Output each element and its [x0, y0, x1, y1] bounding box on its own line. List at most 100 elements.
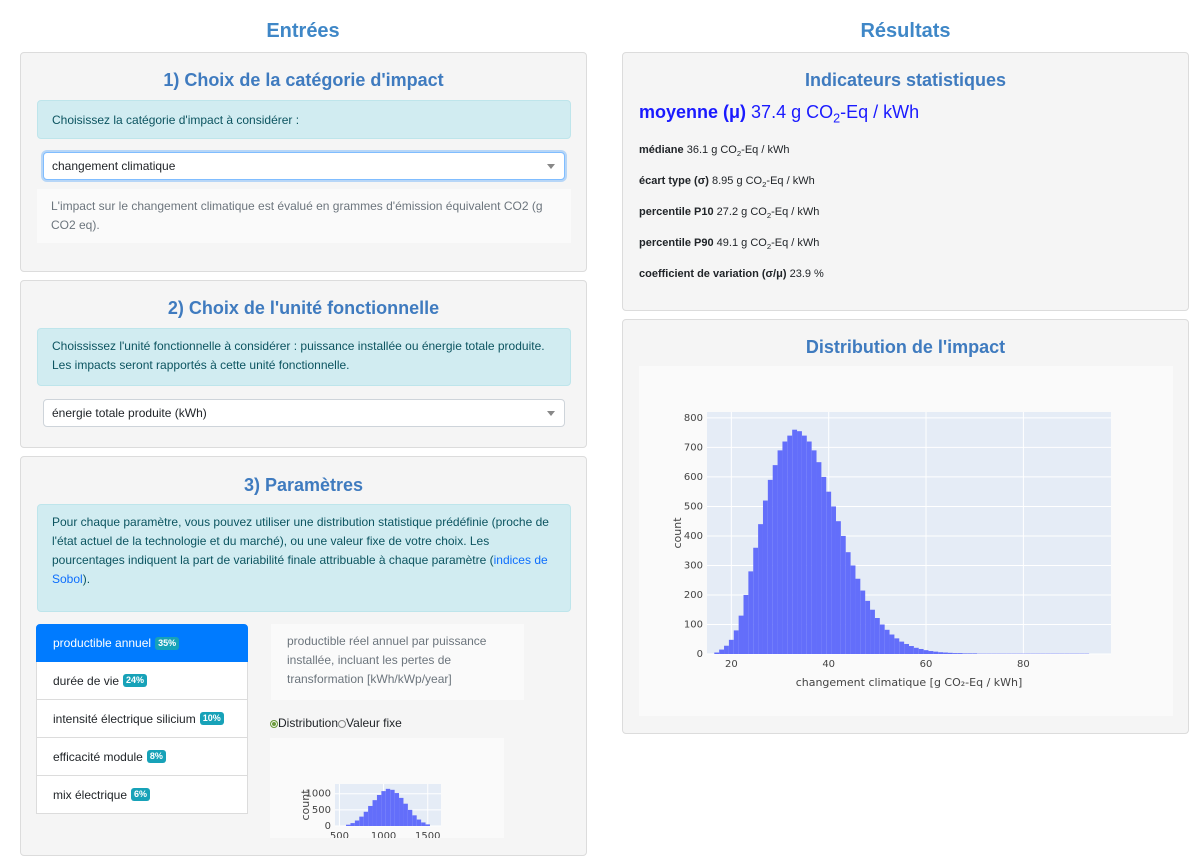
x-tick-label: 1500 — [415, 831, 440, 838]
histogram-bar — [870, 610, 875, 654]
parameter-item-productible[interactable]: productible annuel35% — [36, 624, 248, 662]
histogram-bar — [377, 795, 381, 826]
unit-suffix: -Eq / kWh — [766, 175, 814, 187]
unit-prefix: g CO — [736, 175, 762, 187]
histogram-bar — [802, 436, 807, 654]
histogram-bar — [953, 653, 958, 654]
x-tick-label: 40 — [822, 659, 835, 670]
statistics-title: Indicateurs statistiques — [623, 70, 1188, 91]
histogram-bar — [885, 630, 890, 654]
stat-value: 49.1 — [717, 237, 738, 249]
stat-label: médiane — [639, 144, 684, 156]
histogram-bar — [773, 465, 778, 654]
sobol-badge: 24% — [123, 674, 147, 687]
y-axis-label: count — [299, 789, 312, 821]
histogram-bar — [967, 653, 972, 654]
functional-unit-select[interactable]: énergie totale produite (kWh) — [43, 399, 565, 427]
parameter-label: efficacité module — [53, 750, 143, 764]
stat-value: 23.9 % — [790, 268, 824, 280]
x-tick-label: 60 — [920, 659, 933, 670]
stat-label: coefficient de variation (σ/μ) — [639, 268, 787, 280]
stat-p90: percentile P90 49.1 g CO2-Eq / kWh — [639, 237, 819, 249]
histogram-bar — [875, 618, 880, 654]
parameter-item-mix-electrique[interactable]: mix électrique6% — [36, 776, 248, 814]
unit-prefix: g CO — [741, 237, 767, 249]
histogram-bar — [729, 640, 734, 654]
histogram-bar — [744, 595, 749, 654]
stat-cv: coefficient de variation (σ/μ) 23.9 % — [639, 268, 824, 280]
parameter-item-duree-de-vie[interactable]: durée de vie24% — [36, 662, 248, 700]
histogram-bar — [958, 653, 963, 654]
parameter-histogram: 0500100050010001500count — [270, 738, 504, 838]
x-tick-label: 500 — [330, 831, 349, 838]
histogram-bar — [924, 650, 929, 654]
histogram-bar — [399, 798, 403, 826]
parameter-histogram-panel: 0500100050010001500count — [270, 738, 504, 838]
x-tick-label: 1000 — [371, 831, 396, 838]
histogram-bar — [938, 652, 943, 654]
histogram-bar — [381, 791, 385, 826]
impact-category-select[interactable]: changement climatique — [43, 152, 565, 180]
histogram-bar — [714, 653, 719, 654]
mean-indicator: moyenne (μ) 37.4 g CO2-Eq / kWh — [639, 102, 919, 123]
radio-distribution[interactable] — [270, 720, 278, 728]
histogram-bar — [748, 571, 753, 654]
histogram-bar — [734, 630, 739, 654]
y-tick-label: 300 — [684, 560, 703, 571]
stat-label: percentile P10 — [639, 206, 714, 218]
histogram-bar — [846, 552, 851, 654]
histogram-bar — [933, 652, 938, 654]
histogram-bar — [359, 817, 363, 826]
histogram-bar — [778, 450, 783, 654]
chevron-down-icon — [547, 411, 555, 416]
stat-value: 8.95 — [712, 175, 733, 187]
histogram-bar — [390, 790, 394, 826]
histogram-bar — [943, 653, 948, 654]
y-tick-label: 500 — [684, 501, 703, 512]
histogram-bar — [855, 579, 860, 654]
histogram-bar — [753, 548, 758, 654]
unit-prefix: g CO — [791, 102, 833, 122]
histogram-bar — [350, 823, 354, 826]
parameter-item-efficacite-module[interactable]: efficacité module8% — [36, 738, 248, 776]
y-tick-label: 200 — [684, 590, 703, 601]
radio-fixed-value[interactable] — [338, 720, 346, 728]
functional-unit-info: Choississez l'unité fonctionnelle à cons… — [37, 328, 571, 386]
y-tick-label: 600 — [684, 472, 703, 483]
unit-suffix: -Eq / kWh — [741, 144, 789, 156]
stat-p10: percentile P10 27.2 g CO2-Eq / kWh — [639, 206, 819, 218]
histogram-bar — [763, 501, 768, 654]
histogram-bar — [909, 646, 914, 654]
histogram-bar — [792, 430, 797, 654]
histogram-bar — [368, 806, 372, 826]
histogram-bar — [719, 650, 724, 654]
histogram-bar — [408, 810, 412, 826]
parameter-item-intensite-silicium[interactable]: intensité électrique silicium10% — [36, 700, 248, 738]
histogram-bar — [395, 793, 399, 826]
histogram-bar — [373, 800, 377, 826]
parameter-label: productible annuel — [53, 636, 151, 650]
mean-label: moyenne (μ) — [639, 102, 746, 122]
x-tick-label: 80 — [1017, 659, 1030, 670]
histogram-bar — [768, 480, 773, 654]
histogram-bar — [972, 653, 977, 654]
parameters-title: 3) Paramètres — [21, 475, 586, 496]
impact-category-card: 1) Choix de la catégorie d'impact Choisi… — [20, 52, 587, 272]
functional-unit-title: 2) Choix de l'unité fonctionnelle — [21, 298, 586, 319]
parameter-label: mix électrique — [53, 788, 127, 802]
x-tick-label: 20 — [725, 659, 738, 670]
stat-std: écart type (σ) 8.95 g CO2-Eq / kWh — [639, 175, 815, 187]
histogram-bar — [346, 825, 350, 826]
histogram-bar — [807, 442, 812, 654]
parameter-description: productible réel annuel par puissance in… — [271, 624, 524, 700]
histogram-bar — [739, 616, 744, 654]
unit-suffix: -Eq / kWh — [840, 102, 919, 122]
distribution-chart-panel: 010020030040050060070080020406080countch… — [639, 366, 1173, 716]
value-mode-radios: DistributionValeur fixe — [270, 716, 402, 730]
histogram-bar — [412, 815, 416, 826]
histogram-bar — [831, 506, 836, 654]
distribution-histogram: 010020030040050060070080020406080countch… — [639, 366, 1173, 716]
histogram-bar — [860, 591, 865, 654]
histogram-bar — [894, 638, 899, 654]
inputs-title: Entrées — [20, 20, 586, 43]
